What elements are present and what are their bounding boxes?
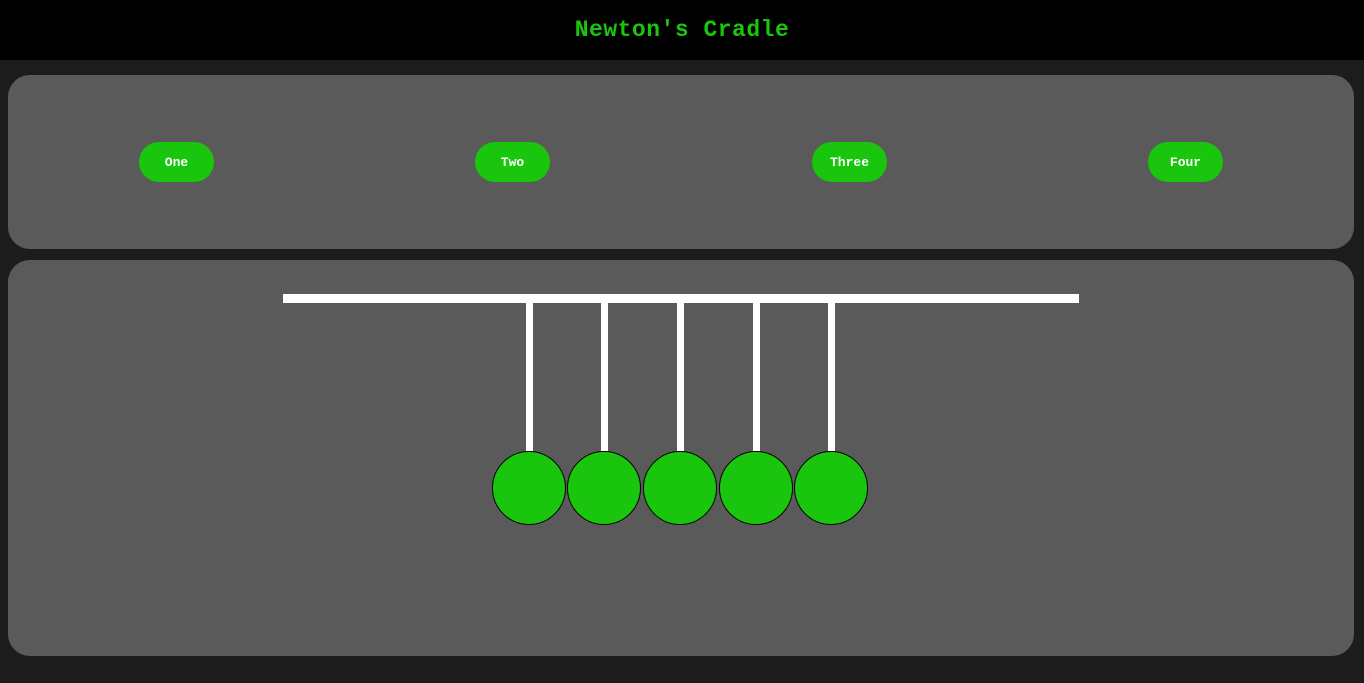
pendulum-string (828, 303, 835, 451)
page-title: Newton's Cradle (574, 17, 790, 43)
controls-panel: One Two Three Four (8, 75, 1354, 249)
pendulum-string (526, 303, 533, 451)
four-button[interactable]: Four (1148, 142, 1223, 182)
two-button[interactable]: Two (475, 142, 550, 182)
cradle-top-bar (283, 294, 1079, 303)
one-button[interactable]: One (139, 142, 214, 182)
app-header: Newton's Cradle (0, 0, 1364, 60)
pendulum-ball (794, 451, 868, 525)
pendulum-ball (719, 451, 793, 525)
pendulum-5 (794, 303, 870, 525)
cradle-stage (8, 260, 1354, 656)
three-button[interactable]: Three (812, 142, 887, 182)
pendulum-string (601, 303, 608, 451)
pendulum-string (677, 303, 684, 451)
pendulum-ball (643, 451, 717, 525)
pendulum-ball (567, 451, 641, 525)
pendulum-3 (643, 303, 719, 525)
pendulum-ball (492, 451, 566, 525)
pendulum-string (753, 303, 760, 451)
pendulum-2 (567, 303, 643, 525)
pendulum-4 (719, 303, 795, 525)
pendulum-1 (492, 303, 568, 525)
